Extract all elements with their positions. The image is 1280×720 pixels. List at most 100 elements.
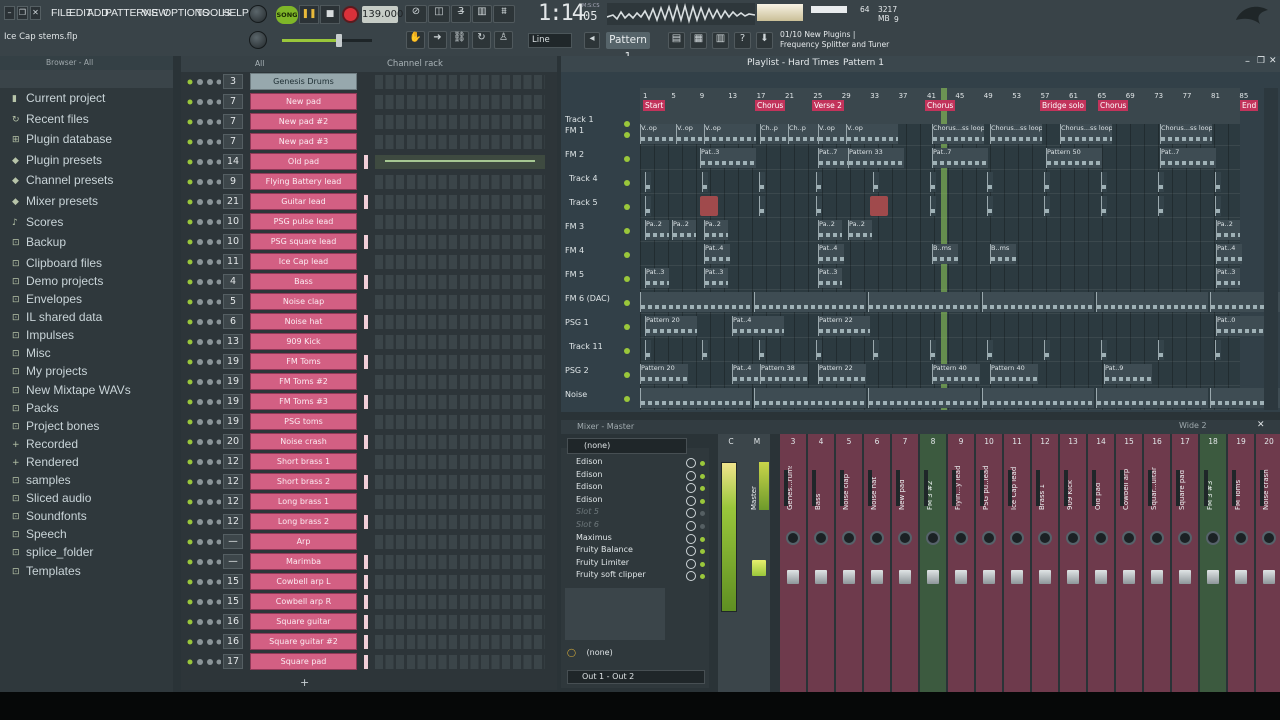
- channel-mixer-track[interactable]: 7: [223, 134, 243, 149]
- browser-item-splice-folder[interactable]: splice_folder: [26, 545, 93, 559]
- track-header-fm-2[interactable]: FM 2: [565, 150, 584, 159]
- automation-clip[interactable]: [1101, 172, 1107, 192]
- record-button[interactable]: [342, 6, 359, 23]
- channel-mute-controls[interactable]: [187, 98, 222, 106]
- channel-mixer-track[interactable]: 10: [223, 234, 243, 249]
- pan-knob[interactable]: [982, 531, 996, 545]
- channel-mixer-track[interactable]: 7: [223, 114, 243, 129]
- mixer-slot[interactable]: Edison: [576, 495, 603, 504]
- volume-fader[interactable]: [815, 570, 827, 584]
- track-enable-led[interactable]: [624, 348, 630, 354]
- browser-item-packs[interactable]: Packs: [26, 401, 59, 415]
- pattern-clip[interactable]: [868, 388, 980, 408]
- track-enable-led[interactable]: [624, 156, 630, 162]
- channel-mixer-track[interactable]: 17: [223, 654, 243, 669]
- pattern-clip[interactable]: [754, 388, 866, 408]
- channel-step-sequencer[interactable]: [375, 515, 545, 529]
- channel-row[interactable]: 12 Short brass 1: [181, 452, 557, 472]
- playlist-maximize-icon[interactable]: ❐: [1257, 56, 1265, 66]
- track-enable-led[interactable]: [624, 300, 630, 306]
- channel-row[interactable]: 7 New pad: [181, 92, 557, 112]
- channel-mute-controls[interactable]: [187, 258, 222, 266]
- channel-mixer-track[interactable]: 12: [223, 514, 243, 529]
- automation-clip[interactable]: [987, 172, 993, 192]
- track-header-track-11[interactable]: Track 11: [569, 342, 603, 351]
- automation-clip[interactable]: [816, 340, 822, 360]
- channel-mixer-track[interactable]: 14: [223, 154, 243, 169]
- channel-row[interactable]: 11 Ice Cap lead: [181, 252, 557, 272]
- volume-fader[interactable]: [1011, 570, 1023, 584]
- channel-mute-controls[interactable]: [187, 518, 222, 526]
- marker-end[interactable]: End: [1240, 100, 1259, 111]
- step-edit-icon[interactable]: ▥: [472, 5, 492, 23]
- channel-row[interactable]: — Arp: [181, 532, 557, 552]
- clip[interactable]: Pattern 20: [640, 364, 688, 384]
- channel-name-button[interactable]: PSG square lead: [250, 233, 357, 250]
- channel-step-sequencer[interactable]: [375, 375, 545, 389]
- clip[interactable]: Pattern 33: [848, 148, 904, 168]
- browser-item-demo-projects[interactable]: Demo projects: [26, 274, 103, 288]
- channel-step-sequencer[interactable]: [375, 355, 545, 369]
- volume-fader[interactable]: [955, 570, 967, 584]
- pan-knob[interactable]: [1262, 531, 1276, 545]
- channel-step-sequencer[interactable]: [375, 335, 545, 349]
- channel-row[interactable]: 15 Cowbell arp R: [181, 592, 557, 612]
- channel-name-button[interactable]: New pad #2: [250, 113, 357, 130]
- slot-enable-led[interactable]: [700, 536, 705, 542]
- channel-mixer-track[interactable]: 19: [223, 354, 243, 369]
- channel-mixer-track[interactable]: 16: [223, 614, 243, 629]
- volume-fader[interactable]: [1123, 570, 1135, 584]
- channel-mixer-track[interactable]: 9: [223, 174, 243, 189]
- blend-notes-icon[interactable]: ⩩: [493, 5, 515, 23]
- automation-clip[interactable]: [1215, 196, 1221, 216]
- channel-name-button[interactable]: Noise clap: [250, 293, 357, 310]
- stop-button[interactable]: ■: [320, 5, 340, 24]
- clip[interactable]: Pattern 20: [645, 316, 697, 336]
- clip[interactable]: Chorus...ss loop: [1060, 124, 1112, 144]
- channel-step-sequencer[interactable]: [375, 415, 545, 429]
- channel-mixer-track[interactable]: 6: [223, 314, 243, 329]
- channel-mixer-track[interactable]: 7: [223, 94, 243, 109]
- channel-mute-controls[interactable]: [187, 358, 222, 366]
- channel-piano-preview[interactable]: [375, 155, 545, 169]
- automation-clip[interactable]: [645, 172, 651, 192]
- browser-item-samples[interactable]: samples: [26, 473, 71, 487]
- pattern-clip[interactable]: [982, 292, 1094, 312]
- channel-row[interactable]: 19 PSG toms: [181, 412, 557, 432]
- channel-name-button[interactable]: Long brass 2: [250, 513, 357, 530]
- channel-step-sequencer[interactable]: [375, 215, 545, 229]
- track-enable-led[interactable]: [624, 228, 630, 234]
- minimize-icon[interactable]: –: [4, 6, 15, 20]
- channel-step-sequencer[interactable]: [375, 555, 545, 569]
- channel-name-button[interactable]: Genesis Drums: [250, 73, 357, 90]
- clip[interactable]: Pat..7: [932, 148, 988, 168]
- channel-mute-controls[interactable]: [187, 558, 222, 566]
- channel-name-button[interactable]: Short brass 2: [250, 473, 357, 490]
- channel-name-button[interactable]: Cowbell arp R: [250, 593, 357, 610]
- playlist-view-icon[interactable]: ▤: [668, 32, 685, 49]
- automation-clip[interactable]: [873, 340, 879, 360]
- channel-step-sequencer[interactable]: [375, 615, 545, 629]
- master-volume-knob[interactable]: [249, 5, 267, 23]
- track-enable-led[interactable]: [624, 121, 630, 127]
- clip[interactable]: Pat..0: [1216, 316, 1268, 336]
- channel-name-button[interactable]: Square guitar: [250, 613, 357, 630]
- snap-magnet-icon[interactable]: ✋: [406, 31, 425, 49]
- volume-fader[interactable]: [1179, 570, 1191, 584]
- channel-row[interactable]: 15 Cowbell arp L: [181, 572, 557, 592]
- channel-mute-controls[interactable]: [187, 398, 222, 406]
- channel-name-button[interactable]: Long brass 1: [250, 493, 357, 510]
- automation-clip[interactable]: [759, 172, 765, 192]
- channel-mute-controls[interactable]: [187, 218, 222, 226]
- volume-fader[interactable]: [1207, 570, 1219, 584]
- clip[interactable]: Pattern 40: [932, 364, 980, 384]
- channel-mute-controls[interactable]: [187, 338, 222, 346]
- clip[interactable]: Pattern 50: [1046, 148, 1102, 168]
- channel-row[interactable]: — Marimba: [181, 552, 557, 572]
- channel-mixer-track[interactable]: 15: [223, 574, 243, 589]
- channel-row[interactable]: 3 Genesis Drums: [181, 72, 557, 92]
- browser-item-rendered[interactable]: Rendered: [26, 455, 79, 469]
- automation-clip[interactable]: [816, 196, 822, 216]
- snap-selector[interactable]: Line: [528, 33, 572, 48]
- track-header-fm-1[interactable]: FM 1: [565, 126, 584, 135]
